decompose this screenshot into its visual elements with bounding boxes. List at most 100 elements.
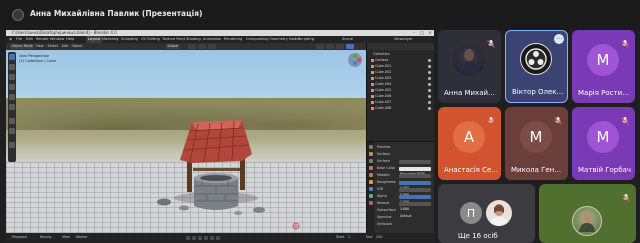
prop-field[interactable]: Principled BSDF [399,159,431,176]
transform-tool-icon[interactable] [9,104,15,110]
tab-shading[interactable]: Shading [186,36,201,43]
3d-viewport[interactable]: User Perspective (1) Collection | Cube [6,50,366,233]
participant-tile[interactable]: А Анастасія Се... [438,107,501,180]
prop-field[interactable]: 1.500 [399,187,431,204]
preview-section[interactable]: Preview [377,145,390,150]
next-key-icon[interactable] [210,236,214,240]
x-axis-icon[interactable] [357,58,361,62]
participant-tile[interactable]: М Матвій Горбач [572,107,635,180]
play-reverse-icon[interactable] [198,236,202,240]
tab-uv-editing[interactable]: UV Editing [141,36,160,43]
transform-orientation-dropdown[interactable]: Global [166,44,180,49]
visibility-eye-icon[interactable] [428,77,431,80]
add-cube-tool-icon[interactable] [9,142,15,148]
menu-file[interactable]: File [16,36,22,43]
shading-solid-icon[interactable] [336,44,344,49]
annotate-tool-icon[interactable] [9,118,15,124]
start-frame-field[interactable]: 1 [348,235,350,239]
scale-tool-icon[interactable] [9,94,15,100]
menu-edit[interactable]: Edit [26,36,33,43]
end-frame-field[interactable]: 250 [376,235,382,239]
z-axis-icon[interactable] [353,61,357,65]
data-tab-icon[interactable] [368,194,373,198]
snap-icon[interactable] [198,44,206,49]
outliner-item[interactable]: Cube.006 [375,94,391,99]
tab-compositing[interactable]: Compositing [246,36,269,43]
move-tool-icon[interactable] [9,74,15,80]
outliner-item[interactable]: Cube.003 [375,76,391,81]
blender-logo-icon[interactable]: ◉ [9,36,12,43]
surface-section[interactable]: Surface [377,152,390,157]
render-tab-icon[interactable] [368,152,373,156]
menu-help[interactable]: Help [66,36,74,43]
visibility-eye-icon[interactable] [428,89,431,92]
modifier-tab-icon[interactable] [368,187,373,191]
select-tool-icon[interactable] [9,54,15,60]
tab-scripting[interactable]: Scripting [298,36,314,43]
outliner-item[interactable]: Cube.004 [375,82,391,87]
play-icon[interactable] [204,236,208,240]
overlay-icon[interactable] [316,44,324,49]
prop-label[interactable]: Specular [377,215,392,220]
tab-geometry-nodes[interactable]: Geometry Nodes [270,36,300,43]
visibility-eye-icon[interactable] [428,71,431,74]
participant-tile[interactable]: Анна Михайл... [438,30,501,103]
timeline-view-menu[interactable]: View [62,235,70,239]
jump-end-icon[interactable] [216,236,220,240]
tab-layout[interactable]: Layout [86,36,103,43]
view-menu[interactable]: View [34,44,45,49]
shading-rendered-icon[interactable] [346,44,354,49]
participant-tile-active[interactable]: ⋯ Віктор Олекс... [505,30,568,103]
navigation-gizmo[interactable] [348,53,362,67]
menu-render[interactable]: Render [36,36,49,43]
prop-label[interactable]: Emission [377,222,392,227]
tab-texture-paint[interactable]: Texture Paint [162,36,185,43]
participant-tile[interactable] [539,184,636,243]
visibility-eye-icon[interactable] [428,101,431,104]
tab-rendering[interactable]: Rendering [224,36,242,43]
base-color-swatch[interactable] [399,166,431,171]
outliner-item[interactable]: Cube.008 [375,106,391,111]
outliner-item[interactable]: Cube.007 [375,100,391,105]
participant-tile[interactable]: М Марія Ростис... [572,30,635,103]
prop-field[interactable]: 0.000 [399,173,431,190]
prev-key-icon[interactable] [192,236,196,240]
tab-sculpting[interactable]: Sculpting [121,36,138,43]
visibility-eye-icon[interactable] [428,59,431,62]
output-tab-icon[interactable] [368,159,373,163]
outliner-item[interactable]: Camera [375,58,388,63]
tab-animation[interactable]: Animation [203,36,221,43]
outliner-item[interactable]: Cube.001 [375,64,391,69]
prop-label[interactable]: Subsurface [377,208,396,213]
outliner-item[interactable]: Cube.002 [375,70,391,75]
xray-icon[interactable] [326,44,334,49]
prop-field[interactable]: Default [399,201,431,218]
proportional-edit-icon[interactable] [208,44,216,49]
view-layer-selector[interactable]: ViewLayer [394,36,413,43]
select-menu[interactable]: Select [46,44,59,49]
object-menu[interactable]: Object [70,44,84,49]
menu-window[interactable]: Window [50,36,64,43]
material-tab-icon[interactable] [368,201,373,205]
object-tab-icon[interactable] [368,180,373,184]
visibility-eye-icon[interactable] [428,65,431,68]
outliner-item[interactable]: Collection [373,52,390,57]
jump-start-icon[interactable] [186,236,190,240]
visibility-eye-icon[interactable] [428,107,431,110]
scene-selector[interactable]: Scene [342,36,353,43]
shared-screen[interactable]: I:\Users\анна\Desktop\криниця.blend] - B… [6,30,434,243]
rotate-tool-icon[interactable] [9,84,15,90]
pivot-icon[interactable] [188,44,196,49]
timeline-marker-menu[interactable]: Marker [76,235,88,239]
participant-tile[interactable]: М Микола Генн... [505,107,568,180]
prop-field[interactable]: 1.000 [399,194,431,211]
object-mode-dropdown[interactable]: Object Mode [10,44,35,49]
outliner-item[interactable]: Cube.005 [375,88,391,93]
visibility-eye-icon[interactable] [428,83,431,86]
prop-field[interactable]: 0.500 [399,180,431,197]
more-options-icon[interactable]: ⋯ [554,34,564,44]
timeline-playback-menu[interactable]: Playback [12,235,27,239]
tab-modeling[interactable]: Modeling [102,36,118,43]
add-menu[interactable]: Add [60,44,70,49]
cursor-tool-icon[interactable] [9,64,15,70]
